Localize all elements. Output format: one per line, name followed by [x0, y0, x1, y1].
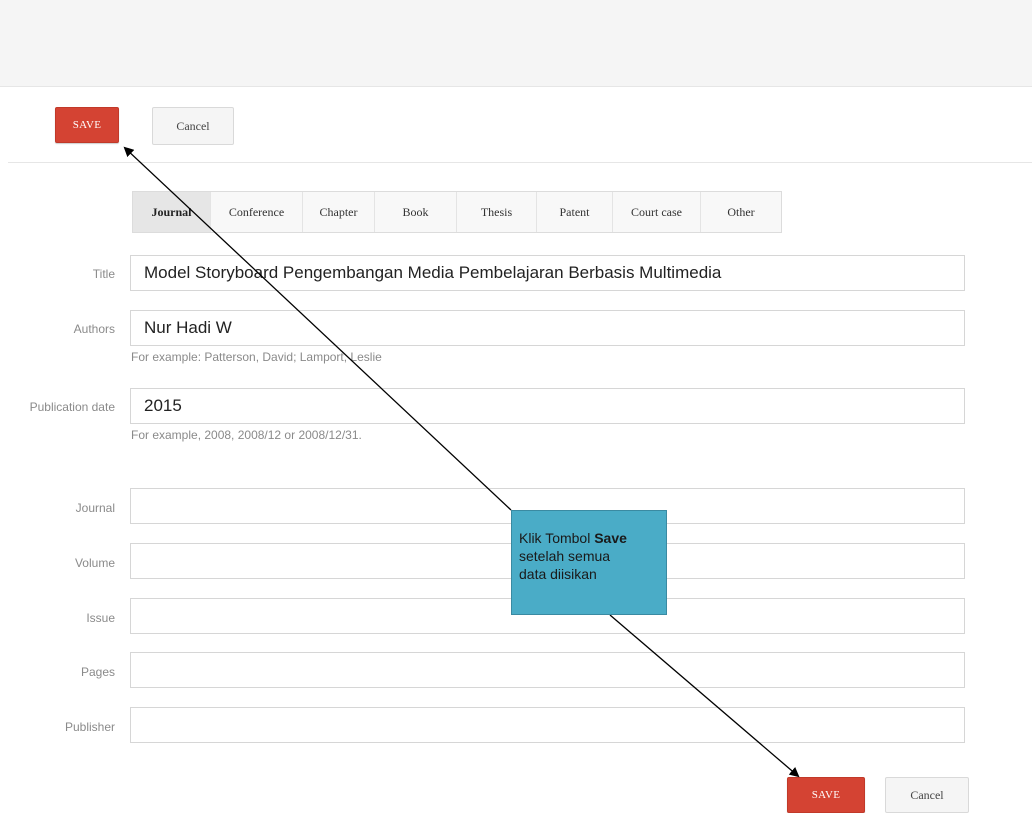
title-label: Title — [92, 267, 115, 281]
instruction-callout: Klik Tombol Save setelah semua data diis… — [511, 510, 667, 615]
callout-line-3: data diisikan — [519, 566, 597, 582]
cancel-button-top[interactable]: Cancel — [152, 107, 234, 145]
publisher-field[interactable] — [130, 707, 965, 743]
tab-conference[interactable]: Conference — [211, 192, 303, 232]
tab-patent[interactable]: Patent — [537, 192, 613, 232]
publication-date-help-text: For example, 2008, 2008/12 or 2008/12/31… — [131, 428, 362, 442]
issue-label: Issue — [86, 611, 115, 625]
arrow-to-bottom-save — [609, 614, 800, 778]
publication-type-tabs: Journal Conference Chapter Book Thesis P… — [132, 191, 782, 233]
pages-field[interactable] — [130, 652, 965, 688]
publisher-label: Publisher — [64, 720, 115, 734]
tab-chapter[interactable]: Chapter — [303, 192, 375, 232]
publication-date-label: Publication date — [29, 400, 115, 414]
volume-label: Volume — [74, 556, 115, 570]
publication-date-field[interactable]: 2015 — [130, 388, 965, 424]
cancel-button-bottom[interactable]: Cancel — [885, 777, 969, 813]
toolbar-divider — [8, 162, 1032, 163]
callout-emphasis: Save — [594, 530, 627, 546]
authors-label: Authors — [73, 322, 115, 336]
top-header-band — [0, 0, 1032, 87]
edit-article-page: SAVE Cancel Journal Conference Chapter B… — [0, 0, 1032, 813]
save-button-bottom[interactable]: SAVE — [787, 777, 865, 813]
title-field[interactable]: Model Storyboard Pengembangan Media Pemb… — [130, 255, 965, 291]
tab-book[interactable]: Book — [375, 192, 457, 232]
journal-label: Journal — [75, 501, 115, 515]
save-button-top[interactable]: SAVE — [55, 107, 119, 143]
tab-court-case[interactable]: Court case — [613, 192, 701, 232]
authors-help-text: For example: Patterson, David; Lamport, … — [131, 350, 382, 364]
tab-other[interactable]: Other — [701, 192, 781, 232]
tab-thesis[interactable]: Thesis — [457, 192, 537, 232]
callout-line-2: setelah semua — [519, 548, 611, 564]
tab-journal[interactable]: Journal — [133, 192, 211, 232]
authors-field[interactable]: Nur Hadi W — [130, 310, 965, 346]
pages-label: Pages — [80, 665, 115, 679]
callout-prefix: Klik Tombol — [519, 530, 595, 546]
